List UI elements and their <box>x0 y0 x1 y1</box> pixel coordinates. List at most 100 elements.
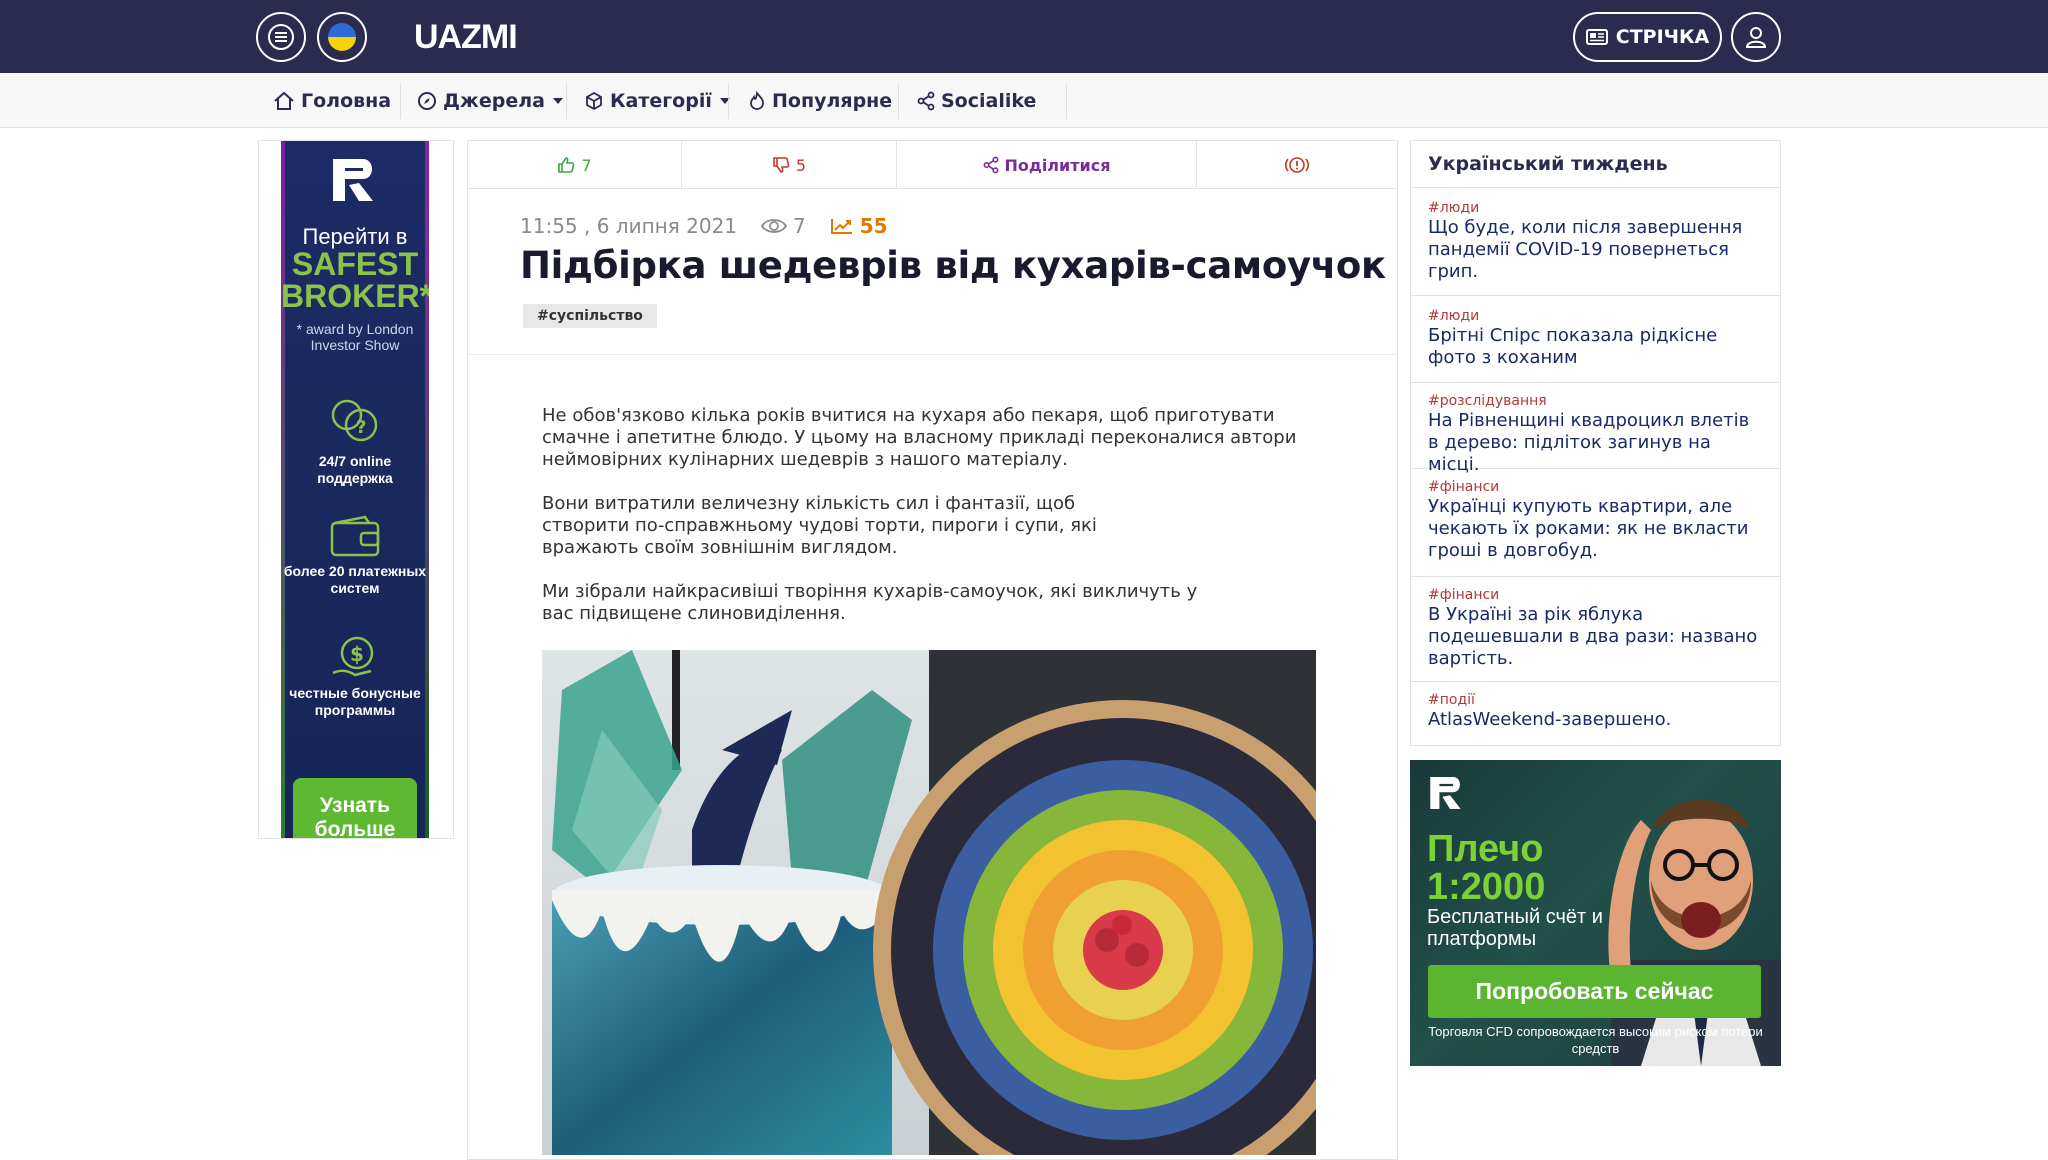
feed-button[interactable]: СТРІЧКА <box>1573 12 1722 62</box>
support-icon: ? <box>329 397 381 449</box>
trend-counter: 55 <box>830 214 888 238</box>
news-tag[interactable]: #фінанси <box>1428 478 1763 496</box>
user-icon <box>1745 27 1767 48</box>
alert-icon <box>1284 157 1310 173</box>
share-button[interactable]: Поділитися <box>897 141 1196 189</box>
compass-icon <box>418 91 436 110</box>
newspaper-icon <box>1585 29 1608 45</box>
site-logo[interactable]: UAZMI <box>414 15 518 59</box>
news-tag[interactable]: #люди <box>1428 199 1763 217</box>
share-icon <box>983 156 998 174</box>
thumbs-down-icon <box>773 157 790 173</box>
ad-try-now-button[interactable]: Попробовать сейчас <box>1428 965 1761 1018</box>
chevron-down-icon <box>552 97 563 104</box>
news-link[interactable]: AtlasWeekend-завершено. <box>1428 709 1763 731</box>
news-item[interactable]: #люди Брітні Спірс показала рідкісне фот… <box>1411 297 1780 383</box>
right-ad-banner[interactable]: Плечо 1:2000 Бесплатный счёт и платформы… <box>1410 760 1781 1066</box>
nav-label-popular: Популярне <box>772 89 893 112</box>
news-tag[interactable]: #люди <box>1428 307 1763 325</box>
report-button[interactable] <box>1197 141 1397 189</box>
ad-logo <box>329 155 381 205</box>
article-title: Підбірка шедеврів від кухарів-самоучок <box>520 244 1386 287</box>
cube-icon <box>586 91 602 110</box>
ad-line2: SAFEST <box>291 246 419 282</box>
user-button[interactable] <box>1731 12 1781 62</box>
dislike-button[interactable]: 5 <box>682 141 896 189</box>
article-meta: 11:55 , 6 липня 2021 7 55 <box>520 211 888 241</box>
ad-leverage: Плечо 1:2000 <box>1427 828 1546 908</box>
news-tag[interactable]: #розслідування <box>1428 392 1763 410</box>
article-paragraph: Ми зібрали найкрасивіші творіння кухарів… <box>542 581 1198 624</box>
broker-logo-icon <box>1430 777 1461 809</box>
ad-award: * award by London Investor Show <box>296 321 414 353</box>
thumbs-up-icon <box>558 157 575 173</box>
ad-free-account: Бесплатный счёт и платформы <box>1427 906 1603 950</box>
news-link[interactable]: На Рівненщині квадроцикл влетів в дерево… <box>1428 410 1763 476</box>
news-item[interactable]: #розслідування На Рівненщині квадроцикл … <box>1411 384 1780 475</box>
share-label: Поділитися <box>1004 155 1111 175</box>
ad-line3: BROKER* <box>281 278 429 314</box>
views-count: 7 <box>793 214 806 238</box>
ad-feature3: честные бонусные программы <box>289 685 421 718</box>
nav-item-categories[interactable]: Категорії <box>584 73 730 128</box>
nav-bar: Головна Джерела Категорії Популярне Soci… <box>0 73 2048 128</box>
news-link[interactable]: Що буде, коли після завершення пандемії … <box>1428 217 1763 283</box>
dislike-count: 5 <box>795 155 807 175</box>
article-paragraph: Вони витратили величезну кількість сил і… <box>542 493 1097 558</box>
ad-feature2: более 20 платежных систем <box>283 563 427 596</box>
language-button[interactable] <box>317 12 367 62</box>
nav-label-categories: Категорії <box>610 89 712 112</box>
left-ad-banner[interactable]: Перейти в SAFEST BROKER* * award by Lond… <box>281 141 429 838</box>
news-link[interactable]: Брітні Спірс показала рідкісне фото з ко… <box>1428 325 1763 369</box>
share-icon <box>917 91 935 110</box>
news-tag[interactable]: #події <box>1428 691 1763 709</box>
fire-icon <box>750 90 764 110</box>
news-link[interactable]: В Україні за рік яблука подешевшали в дв… <box>1428 604 1763 670</box>
nav-divider <box>566 83 567 119</box>
views-counter: 7 <box>761 214 806 238</box>
top-bar: UAZMI СТРІЧКА <box>0 0 2048 73</box>
nav-divider <box>898 83 899 119</box>
nav-divider <box>400 83 401 119</box>
news-link[interactable]: Українці купують квартири, але чекають ї… <box>1428 496 1763 562</box>
ad-feature1: 24/7 online поддержка <box>317 453 393 486</box>
bonus-icon: $ <box>331 635 379 687</box>
like-count: 7 <box>581 155 592 175</box>
news-item[interactable]: #люди Що буде, коли після завершення пан… <box>1411 189 1780 296</box>
news-item[interactable]: #фінанси В Україні за рік яблука подешев… <box>1411 578 1780 682</box>
news-item[interactable]: #події AtlasWeekend-завершено. <box>1411 683 1780 745</box>
nav-divider <box>1066 83 1067 119</box>
nav-label-home: Головна <box>301 89 392 112</box>
trend-icon <box>830 219 852 234</box>
like-button[interactable]: 7 <box>468 141 681 189</box>
nav-label-sources: Джерела <box>443 89 545 112</box>
wallet-icon <box>329 515 381 563</box>
svg-text:?: ? <box>356 417 366 438</box>
feed-button-label: СТРІЧКА <box>1615 26 1710 48</box>
nav-item-socialike[interactable]: Socialike <box>917 73 1036 128</box>
menu-button[interactable] <box>256 12 306 62</box>
article-card: 7 5 Поділитися 11:55 , 6 липня 2021 7 55… <box>467 140 1398 1160</box>
home-icon <box>274 91 294 110</box>
svg-text:$: $ <box>350 642 364 666</box>
menu-icon <box>268 24 294 50</box>
article-tag[interactable]: #суспільство <box>523 304 657 328</box>
nav-item-sources[interactable]: Джерела <box>417 73 563 128</box>
news-item[interactable]: #фінанси Українці купують квартири, але … <box>1411 470 1780 577</box>
ukraine-flag-icon <box>328 23 356 51</box>
ad-learn-more-button[interactable]: Узнать больше <box>293 778 417 838</box>
news-tag[interactable]: #фінанси <box>1428 586 1763 604</box>
nav-item-popular[interactable]: Популярне <box>748 73 892 128</box>
food-collage-image <box>542 650 1316 1155</box>
eye-icon <box>761 219 788 233</box>
nav-divider <box>728 83 729 119</box>
article-paragraph: Не обов'язково кілька років вчитися на к… <box>542 405 1297 470</box>
trend-count: 55 <box>859 214 888 238</box>
sidebar-news: Український тиждень #люди Що буде, коли … <box>1410 140 1781 746</box>
article-photo <box>542 650 1316 1155</box>
broker-logo-icon <box>333 159 373 201</box>
publish-time: 11:55 , 6 липня 2021 <box>520 214 738 238</box>
sidebar-title: Український тиждень <box>1411 141 1780 188</box>
article-divider <box>468 354 1397 355</box>
nav-item-home[interactable]: Головна <box>273 73 391 128</box>
